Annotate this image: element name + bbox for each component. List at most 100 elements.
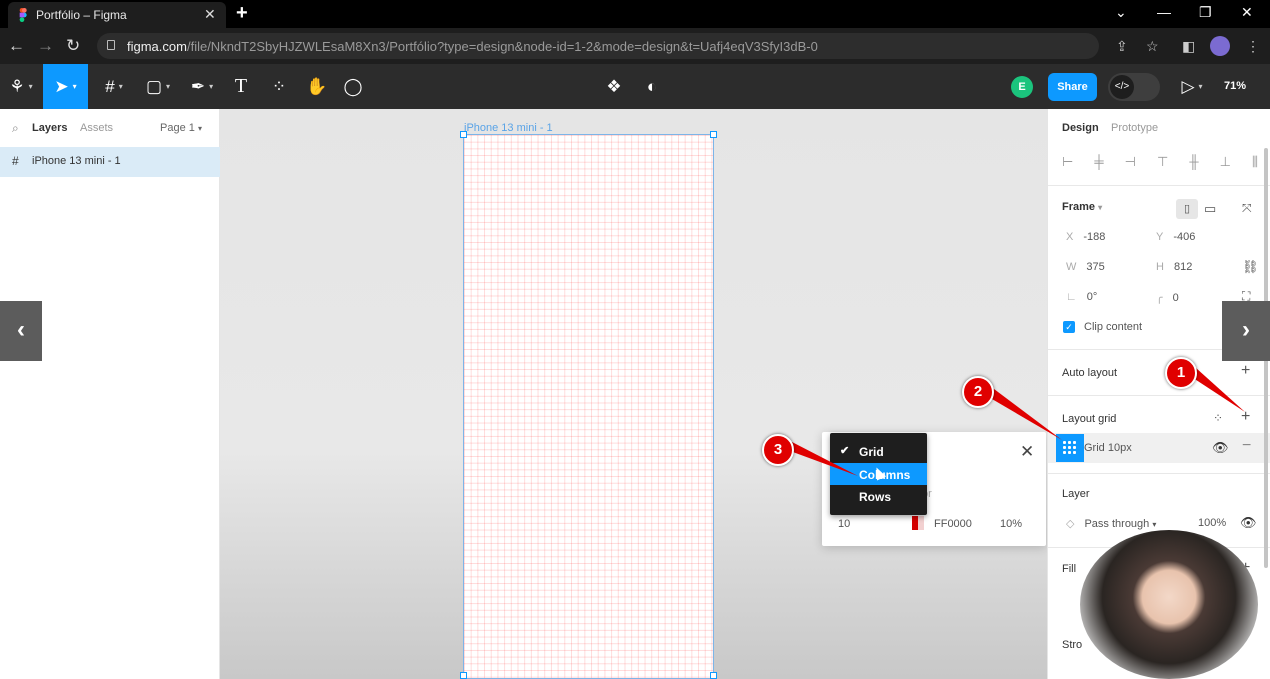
frame-tool-button[interactable]: # ▾ — [96, 64, 132, 109]
add-auto-layout-icon[interactable]: + — [1241, 362, 1250, 380]
iphone-frame[interactable] — [463, 134, 714, 679]
height-field[interactable]: H 812 — [1156, 261, 1192, 273]
corner-radius-field[interactable]: ╭ 0 — [1156, 291, 1179, 304]
text-tool-button[interactable]: T — [228, 64, 254, 109]
color-swatch[interactable] — [912, 516, 924, 530]
layer-row[interactable]: # iPhone 13 mini - 1 — [0, 147, 220, 177]
previous-slide-button[interactable]: ‹ — [0, 301, 42, 361]
frame-preset-dropdown[interactable]: Frame ▾ — [1062, 201, 1102, 213]
hand-tool-button[interactable]: ✋ — [304, 64, 330, 109]
x-label: X — [1066, 231, 1074, 243]
annotation-marker-1: 1 — [1165, 357, 1197, 389]
pen-tool-button[interactable]: ✒ ▾ — [184, 64, 220, 109]
resize-handle[interactable] — [460, 672, 467, 679]
component-icon: ❖ — [606, 76, 622, 96]
pointer-icon: ➤ — [54, 76, 69, 96]
portrait-icon[interactable]: ▯ — [1176, 199, 1198, 219]
layout-grid-row[interactable]: Grid 10px 👁 − — [1048, 433, 1270, 463]
share-button[interactable]: Share — [1048, 73, 1097, 101]
tab-search-icon[interactable]: ⌄ — [1115, 4, 1127, 21]
layers-panel: ⌕ Layers Assets Page 1 ▾ # iPhone 13 min… — [0, 109, 220, 679]
align-top-icon[interactable]: ⊤ — [1157, 154, 1168, 170]
search-icon[interactable]: ⌕ — [12, 121, 19, 136]
canvas[interactable]: iPhone 13 mini - 1 — [220, 109, 1047, 679]
divider — [1048, 185, 1270, 186]
clip-content-label: Clip content — [1084, 321, 1143, 333]
grid-opacity[interactable]: 10% — [1000, 518, 1022, 530]
move-tool-button[interactable]: ➤ ▾ — [43, 64, 88, 109]
screen: Portfólio – Figma ✕ + ⌄ — ❐ ✕ ← → ↻ figm… — [0, 0, 1270, 679]
dev-mode-toggle[interactable]: </> — [1108, 73, 1160, 101]
browser-menu-icon[interactable]: ⋮ — [1246, 38, 1260, 55]
close-icon[interactable]: ✕ — [1020, 442, 1034, 462]
side-panel-icon[interactable]: ◧ — [1182, 38, 1195, 55]
blend-mode-dropdown[interactable]: ◇ Pass through ▾ — [1066, 517, 1156, 530]
grid-size-input[interactable]: 10 — [838, 518, 850, 530]
chevron-down-icon: ▾ — [1098, 203, 1103, 212]
new-tab-button[interactable]: + — [236, 2, 248, 25]
component-button[interactable]: ❖ — [600, 64, 628, 109]
w-value: 375 — [1086, 261, 1105, 273]
grid-color-hex[interactable]: FF0000 — [934, 518, 972, 530]
align-bottom-icon[interactable]: ⊥ — [1220, 154, 1231, 170]
align-center-h-icon[interactable]: ╪ — [1094, 154, 1103, 170]
resize-handle[interactable] — [460, 131, 467, 138]
present-button[interactable]: ▷ ▾ — [1176, 64, 1208, 109]
minimize-button[interactable]: — — [1157, 4, 1171, 20]
tab-assets[interactable]: Assets — [80, 122, 113, 134]
theme-toggle-button[interactable]: ◐ — [638, 64, 666, 109]
layer-visibility-eye-icon[interactable]: 👁 — [1240, 515, 1257, 531]
visibility-eye-icon[interactable]: 👁 — [1212, 440, 1229, 456]
constrain-proportions-icon[interactable]: ⛓ — [1242, 259, 1259, 275]
distribute-icon[interactable]: ⫼ — [1252, 154, 1258, 170]
menu-item-label: Grid — [859, 445, 884, 459]
resources-button[interactable]: ⁘ — [266, 64, 292, 109]
remove-grid-icon[interactable]: − — [1242, 437, 1251, 455]
close-window-button[interactable]: ✕ — [1241, 4, 1253, 21]
rotation-field[interactable]: ∟ 0° — [1066, 291, 1097, 303]
blend-mode-icon: ◇ — [1066, 518, 1075, 530]
resize-handle[interactable] — [710, 131, 717, 138]
resize-to-fit-icon[interactable]: ⤧ — [1242, 201, 1252, 216]
comment-tool-button[interactable]: ◯ — [340, 64, 366, 109]
user-avatar[interactable]: E — [1011, 76, 1033, 98]
x-field[interactable]: X -188 — [1066, 231, 1105, 243]
zoom-level-dropdown[interactable]: 71% — [1224, 80, 1246, 92]
tab-prototype[interactable]: Prototype — [1111, 122, 1158, 134]
menu-item-grid[interactable]: ✔ Grid — [830, 440, 927, 462]
align-left-icon[interactable]: ⊢ — [1062, 154, 1073, 170]
rectangle-icon: ▢ — [145, 76, 163, 96]
back-arrow-icon[interactable]: ← — [8, 36, 25, 56]
layer-opacity[interactable]: 100% — [1198, 517, 1226, 529]
shape-tool-button[interactable]: ▢ ▾ — [140, 64, 176, 109]
share-page-icon[interactable]: ⇪ — [1116, 38, 1128, 55]
align-center-v-icon[interactable]: ╫ — [1189, 154, 1198, 170]
page-selector[interactable]: Page 1 ▾ — [160, 122, 202, 134]
menu-item-rows[interactable]: Rows — [830, 485, 927, 507]
clip-content-checkbox[interactable]: ✓ — [1063, 321, 1075, 333]
resize-handle[interactable] — [710, 672, 717, 679]
frame-label[interactable]: iPhone 13 mini - 1 — [464, 122, 553, 134]
add-layout-grid-icon[interactable]: + — [1241, 408, 1250, 426]
grid-styles-icon[interactable]: ⁘ — [1213, 411, 1223, 425]
y-label: Y — [1156, 231, 1164, 243]
width-field[interactable]: W 375 — [1066, 261, 1105, 273]
lock-icon — [107, 40, 115, 50]
reload-icon[interactable]: ↻ — [66, 36, 80, 56]
align-right-icon[interactable]: ⊣ — [1125, 154, 1136, 170]
forward-arrow-icon[interactable]: → — [37, 36, 54, 56]
url-input[interactable]: figma.com/file/NkndT2SbyHJZWLEsaM8Xn3/Po… — [97, 33, 1099, 59]
y-field[interactable]: Y -406 — [1156, 231, 1195, 243]
tab-layers[interactable]: Layers — [32, 122, 67, 134]
browser-tab[interactable]: Portfólio – Figma ✕ — [8, 2, 226, 28]
profile-avatar[interactable] — [1210, 36, 1230, 56]
tab-design[interactable]: Design — [1062, 122, 1099, 134]
grid-settings-icon[interactable] — [1056, 434, 1084, 462]
main-menu-button[interactable]: ⚘ ▾ — [0, 64, 42, 109]
landscape-icon[interactable]: ▭ — [1204, 201, 1216, 217]
restore-button[interactable]: ❐ — [1199, 4, 1212, 21]
tab-close-icon[interactable]: ✕ — [204, 6, 216, 23]
alignment-toolbar: ⊢ ╪ ⊣ ⊤ ╫ ⊥ ⫼ — [1062, 154, 1258, 170]
bookmark-star-icon[interactable]: ☆ — [1146, 38, 1159, 55]
next-slide-button[interactable]: › — [1222, 301, 1270, 361]
